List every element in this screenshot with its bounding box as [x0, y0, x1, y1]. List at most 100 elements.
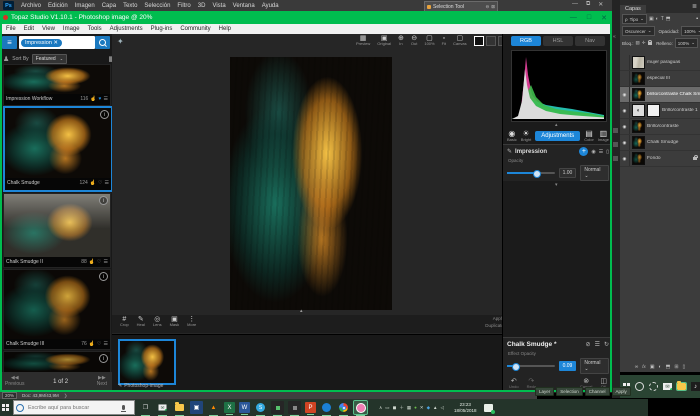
layer-row[interactable]: ◉ Brillo/contraste: [620, 119, 700, 135]
blend-mode-select[interactable]: Normal ⌄: [580, 165, 609, 181]
crop-tool-button[interactable]: #Crop: [120, 316, 129, 328]
previous-page-button[interactable]: ◀◀Previous: [5, 376, 24, 387]
filter-adjustment-icon[interactable]: ◐: [656, 16, 659, 22]
layer-name[interactable]: Chalk Smudge: [647, 140, 700, 145]
effect-menu-icon[interactable]: ☰: [595, 341, 600, 348]
layer-thumbnail[interactable]: [632, 136, 645, 149]
excel-button[interactable]: X: [224, 402, 235, 413]
dark-app-button[interactable]: [288, 401, 301, 414]
layer-name[interactable]: Fondo: [647, 156, 691, 161]
layer-name[interactable]: mujer paraguas: [647, 60, 700, 65]
skype-button[interactable]: S: [254, 401, 267, 414]
thumbs-up-icon[interactable]: ☝: [89, 259, 95, 265]
ps-menu-edicion[interactable]: Edición: [48, 3, 68, 9]
new-layer-icon[interactable]: ⊞: [674, 364, 678, 370]
topaz-menu-edit[interactable]: Edit: [24, 26, 34, 32]
topaz-menu-file[interactable]: File: [6, 26, 16, 32]
tray-icon[interactable]: ●: [414, 405, 417, 411]
tray-icon[interactable]: ▦: [407, 405, 411, 411]
visibility-toggle[interactable]: [620, 55, 630, 70]
card-menu-icon[interactable]: ☰: [105, 180, 109, 186]
panel-flyout-menu-icon[interactable]: ≣: [692, 3, 697, 10]
topaz-menu-community[interactable]: Community: [180, 26, 210, 32]
filmstrip-thumbnail-selected[interactable]: [118, 339, 176, 385]
topaz-app-button-active[interactable]: [354, 401, 367, 414]
lock-position-icon[interactable]: ✛: [642, 40, 646, 46]
pencil-icon[interactable]: ✎: [118, 383, 122, 389]
original-button[interactable]: ▣Original: [377, 35, 391, 47]
file-explorer-button[interactable]: [173, 401, 186, 414]
taskbar-clock[interactable]: 23:23 18/05/2018: [454, 402, 477, 413]
tray-icon[interactable]: ◆: [427, 405, 430, 411]
tray-icon[interactable]: ✕: [420, 405, 424, 411]
tab-apply[interactable]: Apply: [612, 387, 631, 396]
tray-network-icon[interactable]: ▲: [433, 405, 437, 411]
effect-card[interactable]: Impression Workflow 116☝♥☰: [3, 64, 111, 106]
visibility-toggle[interactable]: ◉: [620, 103, 630, 118]
ps-menu-capa[interactable]: Capa: [102, 3, 116, 9]
sort-select[interactable]: Featured⌄: [32, 54, 67, 64]
topaz-menu-adjustments[interactable]: Adjustments: [110, 26, 143, 32]
tab-channel[interactable]: Channel: [585, 387, 610, 396]
ps-menu-filtro[interactable]: Filtro: [177, 3, 190, 9]
vs-button[interactable]: [271, 401, 284, 414]
docked-panel-icon[interactable]: [613, 142, 618, 147]
layer-row[interactable]: ◉ ◐ Brillo/contraste 1: [620, 103, 700, 119]
undo-button[interactable]: ↶Undo: [509, 378, 519, 389]
layer-row[interactable]: ◉ Fondo: [620, 151, 700, 167]
cortana-icon[interactable]: [635, 382, 644, 391]
task-view-icon[interactable]: [649, 382, 658, 391]
zoom-in-button[interactable]: ⊕In: [398, 35, 404, 47]
docked-panel-icon[interactable]: [613, 156, 618, 161]
taskbar-search[interactable]: [13, 400, 135, 415]
filter-type-select[interactable]: ρ Tipo ⌄: [622, 14, 647, 24]
image-button[interactable]: ▥Image: [598, 130, 609, 142]
ps-menu-ventana[interactable]: Ventana: [233, 3, 255, 9]
tray-icon[interactable]: ▭: [385, 405, 389, 411]
effect-card[interactable]: i: [3, 351, 111, 373]
heart-icon[interactable]: ♡: [98, 180, 102, 186]
powerpoint-button[interactable]: P: [305, 402, 316, 413]
layer-thumbnail[interactable]: [632, 120, 645, 133]
brightness-button[interactable]: ☀Bright: [521, 130, 531, 142]
main-preview-image[interactable]: [230, 57, 392, 310]
mail-icon[interactable]: ✉: [663, 383, 672, 390]
hamburger-menu-icon[interactable]: ≡: [2, 36, 17, 49]
info-icon[interactable]: i: [99, 196, 108, 205]
pan-hand-icon[interactable]: ✦: [117, 37, 124, 46]
view-split-icon[interactable]: [486, 36, 496, 46]
collapse-chevron-icon[interactable]: ▴: [300, 308, 303, 314]
layer-effects-icon[interactable]: fx: [642, 364, 646, 370]
chrome-button[interactable]: [337, 401, 350, 414]
topaz-minimize-button[interactable]: —: [570, 14, 577, 21]
layer-thumbnail[interactable]: [632, 72, 645, 85]
search-tag-chip[interactable]: Impression ✕: [21, 39, 62, 47]
effect-opacity-value[interactable]: 0.09: [559, 361, 577, 371]
heart-icon[interactable]: ♡: [97, 341, 101, 347]
info-icon[interactable]: i: [100, 110, 109, 119]
search-input[interactable]: [26, 404, 120, 412]
layer-name[interactable]: brillo/contraste Chalk Smudge II: [647, 92, 700, 97]
lens-tool-button[interactable]: ◎Lens: [153, 316, 162, 328]
effect-opacity-slider[interactable]: [507, 365, 555, 367]
expand-chevron-icon[interactable]: ▾: [555, 182, 558, 188]
disable-effect-icon[interactable]: ⊘: [586, 341, 591, 348]
heart-icon[interactable]: ♡: [97, 259, 101, 265]
ps-minimize-button[interactable]: —: [572, 1, 578, 8]
info-icon[interactable]: i: [99, 354, 108, 363]
statusbar-arrow-icon[interactable]: ❯: [64, 393, 68, 399]
panel-menu-icon[interactable]: ☰: [599, 149, 603, 155]
popup-minimize-button[interactable]: ⊖: [485, 4, 489, 10]
topaz-menu-view[interactable]: View: [42, 26, 55, 32]
effect-card-selected[interactable]: i Chalk Smudge 124☝♡☰: [3, 106, 113, 192]
tray-chevron-icon[interactable]: ∧: [379, 405, 382, 411]
music-app-icon[interactable]: ♪: [691, 382, 700, 391]
tray-icon[interactable]: ＋: [399, 405, 404, 411]
basic-button[interactable]: ◉Basic: [507, 130, 517, 142]
thumbs-up-icon[interactable]: ☝: [90, 180, 96, 186]
collapse-panels-icon[interactable]: «: [613, 34, 616, 40]
view-single-icon[interactable]: [474, 36, 484, 46]
reset-icon[interactable]: ↻: [604, 341, 609, 348]
card-menu-icon[interactable]: ☰: [104, 341, 108, 347]
visibility-toggle[interactable]: ◉: [620, 135, 630, 150]
